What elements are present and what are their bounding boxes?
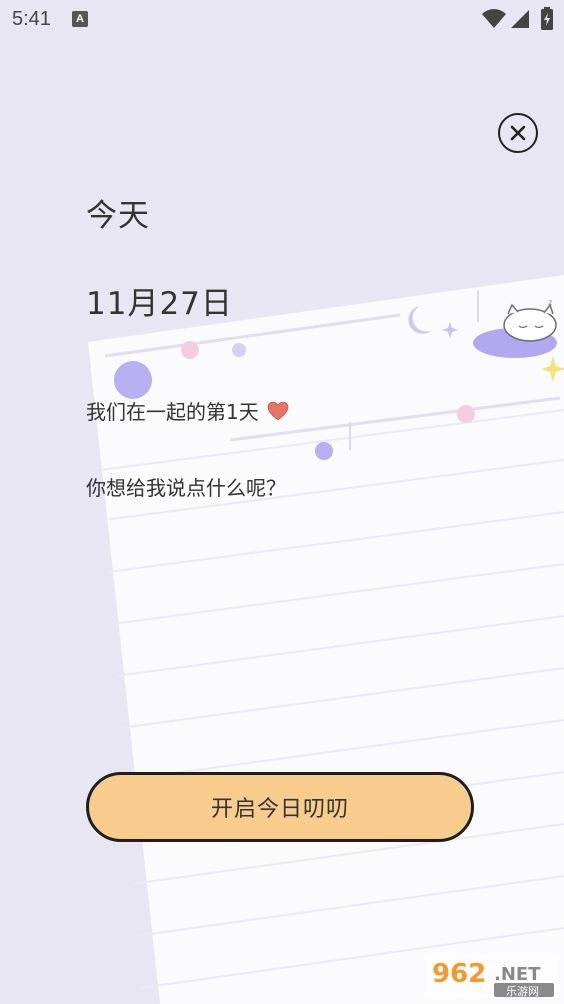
paper-sheet-illustration: z (88, 275, 564, 1004)
start-today-chat-button[interactable]: 开启今日叨叨 (86, 772, 474, 842)
date-label: 11月27日 (86, 286, 233, 322)
svg-text:.NET: .NET (494, 964, 541, 985)
wifi-icon (482, 9, 506, 28)
days-together-line: 我们在一起的第1天 (86, 396, 289, 425)
close-button[interactable] (498, 113, 538, 153)
status-time: 5:41 (12, 8, 51, 30)
heart-icon (267, 401, 289, 420)
signal-icon (511, 10, 529, 28)
svg-text:乐游网: 乐游网 (506, 985, 539, 998)
site-watermark-logo: 962 .NET 乐游网 (426, 954, 558, 998)
svg-text:962: 962 (432, 959, 486, 989)
prompt-text: 你想给我说点什么呢？ (86, 476, 286, 500)
battery-charging-icon (541, 7, 553, 30)
page-title: 今天 (86, 198, 150, 234)
svg-text:z: z (548, 298, 552, 307)
status-bar: 5:41 A (0, 0, 564, 40)
days-together-text: 我们在一起的第1天 (86, 400, 259, 424)
notification-badge: A (72, 11, 88, 27)
close-icon (510, 125, 526, 141)
